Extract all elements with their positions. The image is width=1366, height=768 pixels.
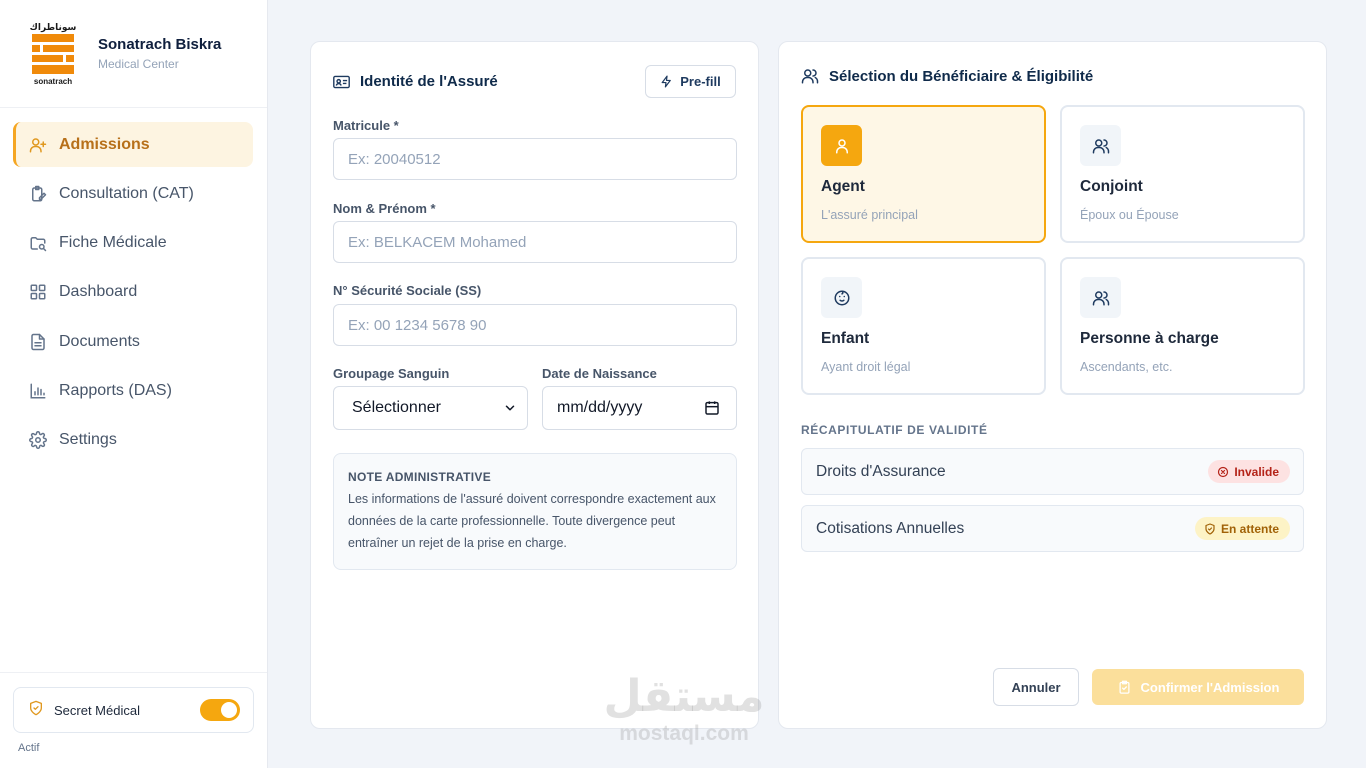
users-icon bbox=[1092, 138, 1109, 153]
date-naissance-input[interactable]: mm/dd/yyyy bbox=[542, 386, 737, 430]
cancel-button[interactable]: Annuler bbox=[993, 668, 1079, 706]
shield-check-icon bbox=[1205, 522, 1215, 535]
lightning-icon bbox=[661, 75, 672, 88]
users-icon bbox=[1092, 290, 1109, 305]
sidebar-item-label: Settings bbox=[59, 431, 117, 449]
beneficiary-card: Sélection du Bénéficiaire & Éligibilité … bbox=[778, 41, 1327, 729]
user-plus-icon bbox=[29, 136, 47, 154]
prefill-button[interactable]: Pre-fill bbox=[645, 65, 736, 98]
sidebar-item-consultation[interactable]: Consultation (CAT) bbox=[13, 171, 253, 216]
chevron-down-icon bbox=[505, 405, 515, 411]
recap-label: Cotisations Annuelles bbox=[816, 519, 965, 537]
secret-medical-label: Secret Médical bbox=[54, 702, 140, 718]
sidebar-item-label: Admissions bbox=[59, 135, 150, 153]
option-description: Ayant droit légal bbox=[821, 360, 911, 374]
groupage-sanguin-select[interactable]: Sélectionner bbox=[333, 386, 528, 430]
recap-row-cotisations: Cotisations Annuelles En attente bbox=[801, 505, 1304, 552]
sidebar-item-settings[interactable]: Settings bbox=[13, 418, 253, 463]
groupage-sanguin-label: Groupage Sanguin bbox=[333, 366, 450, 381]
gear-icon bbox=[29, 431, 47, 450]
date-naissance-label: Date de Naissance bbox=[542, 366, 657, 381]
grid-icon bbox=[29, 283, 47, 301]
beneficiary-option-enfant[interactable]: Enfant Ayant droit légal bbox=[801, 257, 1046, 395]
sidebar-item-documents[interactable]: Documents bbox=[13, 319, 253, 364]
secret-status-text: Actif bbox=[18, 742, 40, 754]
clipboard-edit-icon bbox=[29, 185, 47, 203]
sidebar-footer: Secret Médical Actif bbox=[0, 672, 267, 768]
beneficiary-option-agent[interactable]: Agent L'assuré principal bbox=[801, 105, 1046, 243]
sidebar-nav: Admissions Consultation (CAT) Fiche Médi… bbox=[0, 108, 267, 463]
option-description: Ascendants, etc. bbox=[1080, 360, 1173, 374]
option-description: Époux ou Épouse bbox=[1080, 208, 1179, 222]
option-name: Agent bbox=[821, 178, 865, 195]
calendar-icon[interactable] bbox=[704, 400, 720, 416]
brand-name: Sonatrach Biskra bbox=[98, 36, 222, 53]
beneficiary-option-conjoint[interactable]: Conjoint Époux ou Épouse bbox=[1060, 105, 1305, 243]
logo-mark-icon bbox=[32, 34, 74, 74]
sidebar-item-label: Consultation (CAT) bbox=[59, 184, 194, 202]
watermark-arabic: مستقل bbox=[603, 672, 765, 721]
baby-icon bbox=[834, 290, 849, 305]
user-icon bbox=[835, 138, 848, 153]
sidebar-item-label: Documents bbox=[59, 332, 140, 350]
securite-sociale-input[interactable] bbox=[333, 304, 737, 346]
option-name: Conjoint bbox=[1080, 178, 1143, 195]
identity-card-title: Identité de l'Assuré bbox=[333, 73, 498, 90]
recap-row-droits: Droits d'Assurance Invalide bbox=[801, 448, 1304, 495]
note-text: Les informations de l'assuré doivent cor… bbox=[348, 492, 716, 550]
folder-search-icon bbox=[29, 234, 47, 252]
secret-medical-toggle[interactable] bbox=[200, 699, 240, 721]
logo-arabic-text: سوناطراك bbox=[29, 21, 77, 32]
sidebar-item-label: Fiche Médicale bbox=[59, 234, 167, 252]
note-title: NOTE ADMINISTRATIVE bbox=[348, 470, 492, 484]
clipboard-check-icon bbox=[1119, 680, 1130, 694]
identity-card: Identité de l'Assuré Pre-fill Matricule … bbox=[310, 41, 759, 729]
users-icon bbox=[801, 67, 819, 85]
beneficiary-option-personne-a-charge[interactable]: Personne à charge Ascendants, etc. bbox=[1060, 257, 1305, 395]
id-card-icon bbox=[333, 75, 350, 89]
option-name: Personne à charge bbox=[1080, 330, 1219, 347]
logo-latin-text: sonatrach bbox=[33, 76, 73, 86]
x-circle-icon bbox=[1218, 466, 1229, 477]
sidebar-item-admissions[interactable]: Admissions bbox=[13, 122, 253, 167]
sonatrach-logo[interactable]: سوناطراك sonatrach bbox=[29, 21, 77, 86]
file-text-icon bbox=[29, 333, 47, 351]
secret-medical-panel: Secret Médical bbox=[13, 687, 254, 733]
brand-header: سوناطراك sonatrach Sonatrach Biskra Medi… bbox=[0, 0, 267, 108]
sidebar: سوناطراك sonatrach Sonatrach Biskra Medi… bbox=[0, 0, 268, 768]
recap-heading: RÉCAPITULATIF DE VALIDITÉ bbox=[801, 423, 988, 437]
sidebar-item-fiche-medicale[interactable]: Fiche Médicale bbox=[13, 221, 253, 266]
status-badge: Invalide bbox=[1208, 460, 1290, 483]
administrative-note: NOTE ADMINISTRATIVE Les informations de … bbox=[333, 453, 737, 570]
mostaql-watermark: مستقل mostaql.com bbox=[600, 672, 768, 746]
sidebar-item-dashboard[interactable]: Dashboard bbox=[13, 270, 253, 315]
nom-prenom-input[interactable] bbox=[333, 221, 737, 263]
brand-subtitle: Medical Center bbox=[98, 57, 179, 71]
matricule-input[interactable] bbox=[333, 138, 737, 180]
nom-prenom-label: Nom & Prénom * bbox=[333, 201, 436, 216]
beneficiary-card-title: Sélection du Bénéficiaire & Éligibilité bbox=[801, 67, 1093, 85]
recap-label: Droits d'Assurance bbox=[816, 462, 946, 480]
shield-check-icon bbox=[28, 700, 44, 721]
status-badge: En attente bbox=[1194, 517, 1290, 540]
option-name: Enfant bbox=[821, 330, 870, 347]
confirm-admission-button[interactable]: Confirmer l'Admission bbox=[1092, 669, 1304, 705]
sidebar-item-label: Rapports (DAS) bbox=[59, 381, 172, 399]
sidebar-item-rapports[interactable]: Rapports (DAS) bbox=[13, 368, 253, 413]
sidebar-item-label: Dashboard bbox=[59, 283, 138, 301]
securite-sociale-label: N° Sécurité Sociale (SS) bbox=[333, 283, 482, 298]
watermark-latin: mostaql.com bbox=[619, 722, 749, 745]
bar-chart-icon bbox=[29, 382, 47, 400]
matricule-label: Matricule * bbox=[333, 118, 399, 133]
option-description: L'assuré principal bbox=[821, 208, 918, 222]
